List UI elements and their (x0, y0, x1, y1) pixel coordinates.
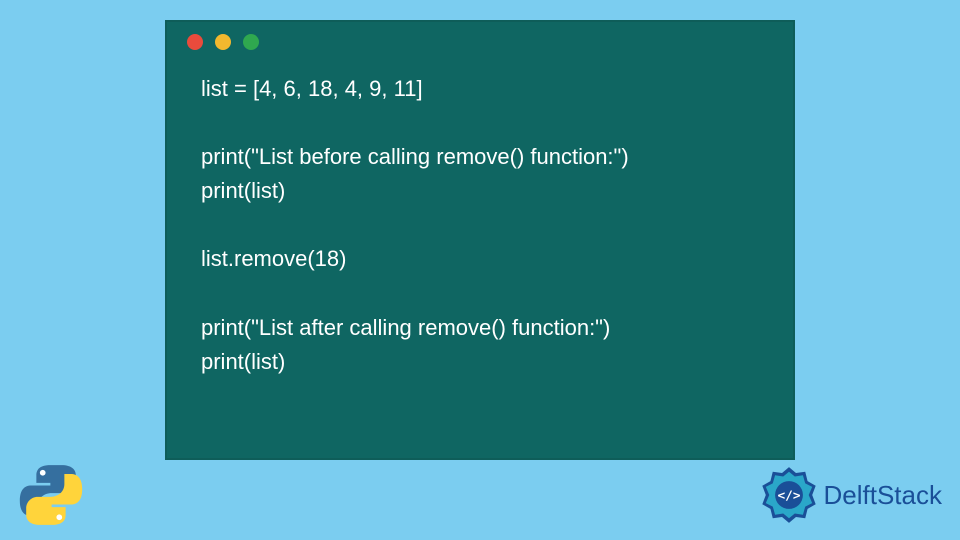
python-logo-icon (16, 460, 86, 530)
code-window: list = [4, 6, 18, 4, 9, 11] print("List … (165, 20, 795, 460)
delftstack-logo-icon: </> (760, 466, 818, 524)
brand-badge: </> DelftStack (760, 466, 943, 524)
window-minimize-dot (215, 34, 231, 50)
window-maximize-dot (243, 34, 259, 50)
window-titlebar (167, 22, 793, 62)
svg-text:</>: </> (777, 489, 800, 504)
brand-name: DelftStack (824, 480, 943, 511)
code-block: list = [4, 6, 18, 4, 9, 11] print("List … (167, 62, 793, 399)
window-close-dot (187, 34, 203, 50)
